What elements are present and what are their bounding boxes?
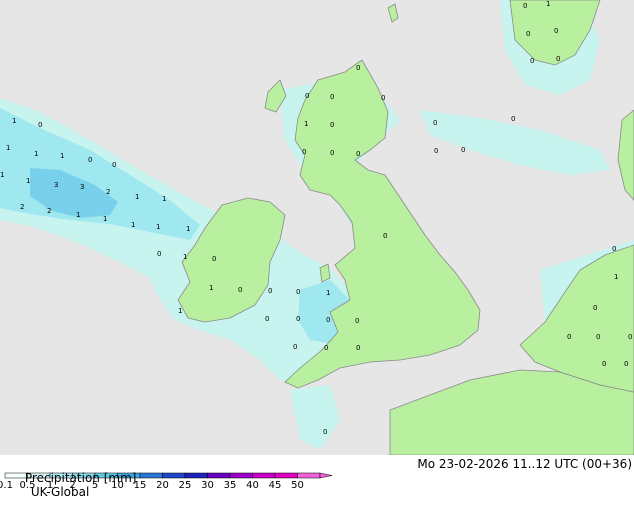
precip-value-label: 0	[383, 232, 387, 240]
model-name: UK-Global	[30, 485, 90, 499]
precip-value-label: 0	[461, 146, 465, 154]
precip-value-label: 0	[330, 121, 334, 129]
precip-value-label: 0	[511, 115, 515, 123]
precip-value-label: 3	[80, 183, 84, 191]
precip-value-label: 0	[530, 57, 534, 65]
precipitation-map[interactable]: 1 0 1 1 1 0 0 1 1 3 3 2 1 1 2 2 1 1 1 1 1 0 1 0 1 0 0 0 1 1 0 0 0 0 0 0 0 0 0 0…	[0, 0, 634, 455]
precip-value-label: 0	[526, 30, 530, 38]
precip-value-label: 0	[612, 245, 616, 253]
precip-value-label: 1	[186, 225, 190, 233]
precip-value-label: 0	[296, 288, 300, 296]
precip-value-label: 0	[433, 119, 437, 127]
color-scale-tick: 45	[269, 480, 282, 490]
precip-value-label: 0	[324, 344, 328, 352]
precip-value-label: 0	[355, 317, 359, 325]
precip-value-label: 0	[356, 344, 360, 352]
title-label: Precipitation [mm] UK-Global	[2, 457, 137, 513]
color-scale-tick: 40	[246, 480, 259, 490]
precip-value-label: 0	[567, 333, 571, 341]
precip-value-label: 0	[293, 343, 297, 351]
precip-value-label: 1	[12, 117, 16, 125]
precip-value-label: 0	[356, 150, 360, 158]
precip-value-label: 1	[76, 211, 80, 219]
precip-value-label: 0	[112, 161, 116, 169]
precip-value-label: 1	[162, 195, 166, 203]
color-scale-tick: 35	[224, 480, 237, 490]
precip-value-label: 0	[326, 316, 330, 324]
precip-value-label: 1	[156, 223, 160, 231]
precip-value-label: 0	[302, 148, 306, 156]
precip-value-label: 1	[546, 0, 550, 8]
color-scale-arrow	[319, 472, 333, 479]
color-scale-tick: 50	[291, 480, 304, 490]
precip-label: Precipitation [mm]	[24, 471, 137, 485]
precip-value-label: 0	[628, 333, 632, 341]
precip-value-label: 1	[304, 120, 308, 128]
color-scale-box	[162, 472, 186, 479]
color-scale-box	[184, 472, 208, 479]
precip-value-label: 0	[596, 333, 600, 341]
precip-value-label: 1	[178, 307, 182, 315]
color-scale-box	[207, 472, 231, 479]
precip-value-label: 0	[554, 27, 558, 35]
precip-value-label: 2	[106, 188, 110, 196]
color-scale-tick: 25	[179, 480, 192, 490]
precip-value-label: 2	[47, 207, 51, 215]
valid-time: Mo 23-02-2026 11..12 UTC (00+36)	[417, 457, 632, 471]
precip-value-label: 0	[556, 55, 560, 63]
precip-value-label: 1	[614, 273, 618, 281]
precip-value-label: 0	[38, 121, 42, 129]
color-scale-box	[297, 472, 321, 479]
precip-value-label: 1	[183, 253, 187, 261]
precip-value-label: 0	[330, 93, 334, 101]
precip-value-label: 0	[624, 360, 628, 368]
precip-value-label: 1	[0, 171, 4, 179]
precip-value-label: 1	[135, 193, 139, 201]
precip-value-label: 1	[60, 152, 64, 160]
color-scale-box	[229, 472, 253, 479]
precip-value-label: 0	[323, 428, 327, 436]
color-scale-tick: 20	[156, 480, 169, 490]
precip-value-label: 0	[268, 287, 272, 295]
footer-bar: 0.1 0.5 1 2 5 10 15 20 25 30 35 40 45 50 Precipitatio…	[0, 455, 634, 499]
precip-value-label: 0	[157, 250, 161, 258]
precip-value-label: 2	[20, 203, 24, 211]
precip-value-label: 1	[131, 221, 135, 229]
color-scale-box	[252, 472, 276, 479]
precip-value-label: 0	[381, 94, 385, 102]
color-scale-box	[274, 472, 298, 479]
precip-value-label: 1	[6, 144, 10, 152]
color-scale-box	[139, 472, 163, 479]
precip-value-label: 0	[434, 147, 438, 155]
precip-value-label: 0	[212, 255, 216, 263]
precip-value-label: 3	[54, 181, 58, 189]
precip-value-label: 1	[34, 150, 38, 158]
precip-value-label: 0	[593, 304, 597, 312]
precip-value-label: 0	[523, 2, 527, 10]
precip-value-label: 1	[26, 177, 30, 185]
precip-value-label: 0	[88, 156, 92, 164]
precip-value-label: 0	[238, 286, 242, 294]
precip-value-label: 0	[330, 149, 334, 157]
color-scale-tick: 30	[201, 480, 214, 490]
precip-value-label: 0	[602, 360, 606, 368]
precip-value-label: 0	[356, 64, 360, 72]
precip-value-label: 1	[209, 284, 213, 292]
precip-value-label: 0	[296, 315, 300, 323]
precip-value-label: 0	[305, 92, 309, 100]
precip-value-label: 1	[103, 215, 107, 223]
precip-value-label: 1	[326, 289, 330, 297]
precip-value-label: 0	[265, 315, 269, 323]
